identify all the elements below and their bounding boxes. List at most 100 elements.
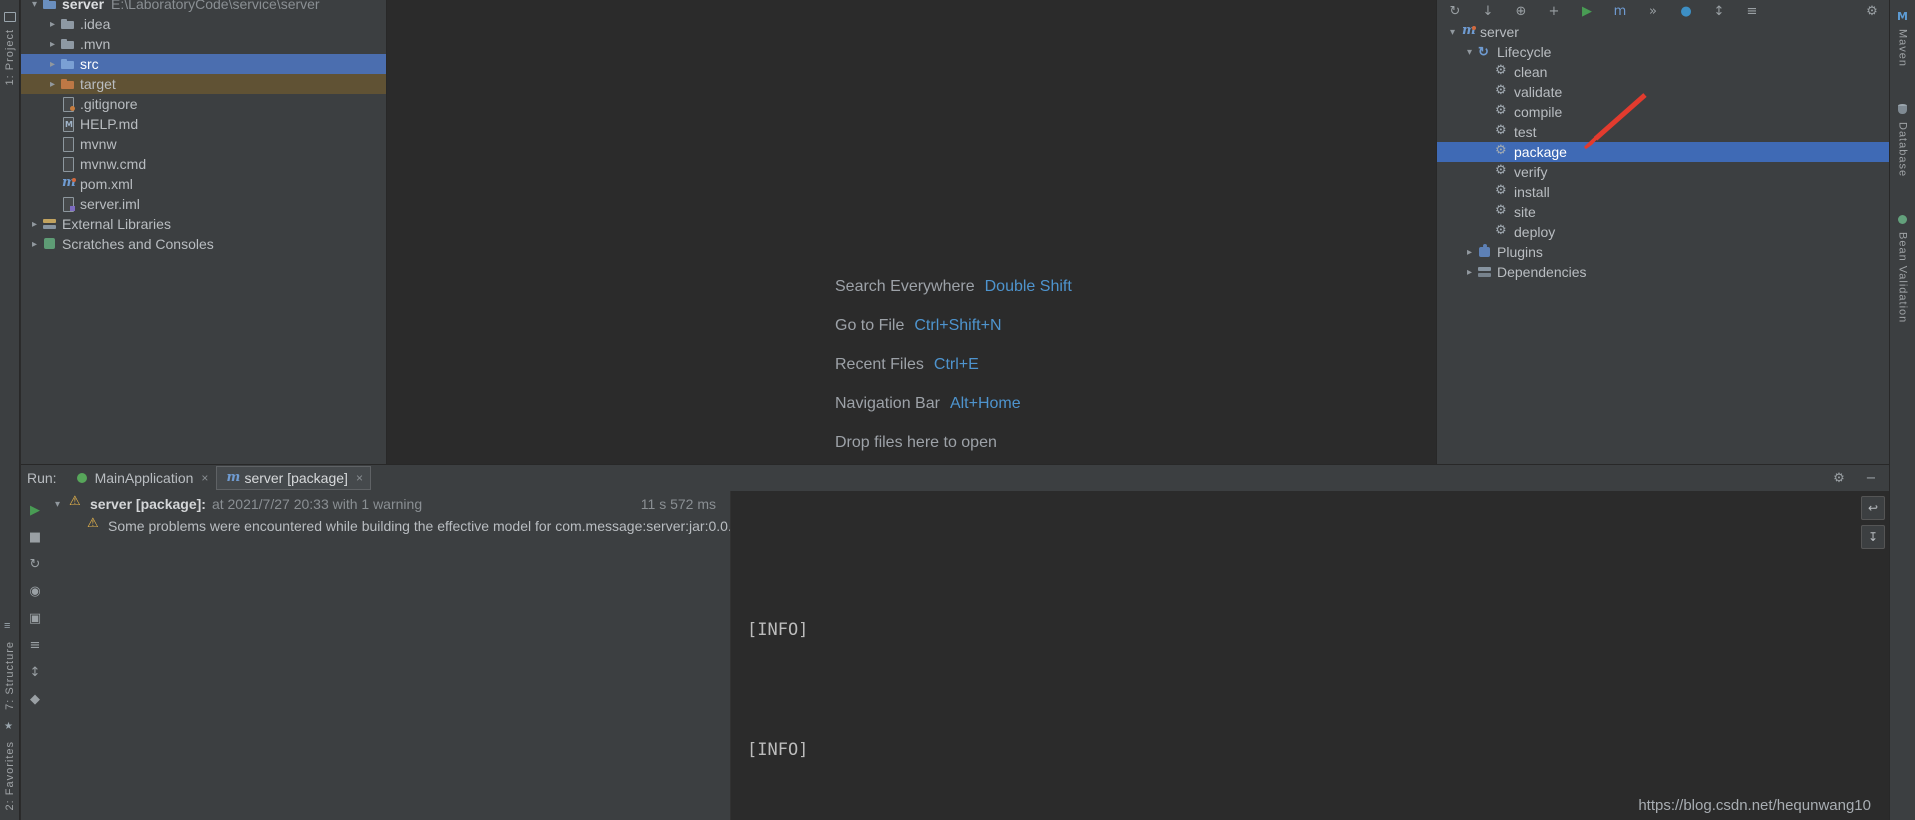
project-tree-row[interactable]: server.iml — [21, 194, 386, 214]
maven-tree-row[interactable]: test — [1437, 122, 1890, 142]
maven-toolbar: ↻ ↓ ⊕ + ▶ m » ● ↕ ≡ ⚙ — [1437, 0, 1890, 22]
build-status-area: ▾ server [package]: at 2021/7/27 20:33 w… — [49, 491, 730, 820]
maven-node-label: server — [1480, 24, 1519, 40]
maven-goal-icon — [1494, 103, 1510, 120]
download-sources-icon[interactable]: ↓ — [1478, 4, 1498, 19]
show-inspections-icon[interactable]: ◉ — [25, 584, 45, 599]
chevron-icon[interactable]: ▾ — [1462, 47, 1477, 58]
tree-item-label: mvnw.cmd — [80, 156, 147, 172]
chevron-icon[interactable]: ▾ — [27, 0, 42, 10]
chevron-icon[interactable]: ▸ — [1462, 247, 1477, 258]
maven-tree-row[interactable]: compile — [1437, 102, 1890, 122]
project-tree-row[interactable]: ▸ External Libraries — [21, 214, 386, 234]
execute-maven-goal-icon[interactable]: m — [1610, 4, 1630, 19]
add-maven-project-icon[interactable]: + — [1544, 4, 1564, 19]
maven-node-label: Plugins — [1497, 244, 1543, 260]
build-warning-row[interactable]: Some problems were encountered while bui… — [49, 515, 730, 537]
generate-sources-icon[interactable]: ⊕ — [1511, 4, 1531, 19]
project-tree-row[interactable]: ▸ .mvn — [21, 34, 386, 54]
scroll-to-end-icon[interactable]: ↧ — [1861, 525, 1885, 549]
restore-layout-icon[interactable]: ↻ — [25, 557, 45, 572]
maven-tree-row[interactable]: ▸ Dependencies — [1437, 262, 1890, 282]
toolwindow-tab-project[interactable]: 1: Project — [3, 4, 16, 91]
toolwindow-tab[interactable]: Maven — [1896, 4, 1909, 73]
project-tree-row[interactable]: .gitignore — [21, 94, 386, 114]
maven-tree-row[interactable]: clean — [1437, 62, 1890, 82]
project-tree-row[interactable]: ▸ src — [21, 54, 386, 74]
maven-tree-row[interactable]: site — [1437, 202, 1890, 222]
libraries-icon — [42, 216, 58, 232]
maven-tree-row[interactable]: package — [1437, 142, 1890, 162]
screenshot-icon[interactable]: ▣ — [25, 611, 45, 626]
project-tree-row[interactable]: pom.xml — [21, 174, 386, 194]
skip-tests-icon[interactable]: » — [1643, 4, 1663, 19]
toolwindow-tab[interactable]: Database — [1896, 97, 1909, 183]
database-tab-icon — [1896, 103, 1909, 116]
chevron-icon[interactable]: ▸ — [27, 219, 42, 230]
project-tree-row[interactable]: ▸ target — [21, 74, 386, 94]
project-tree-row[interactable]: ▸ .idea — [21, 14, 386, 34]
tree-item-label: External Libraries — [62, 216, 171, 232]
chevron-icon[interactable]: ▸ — [1462, 267, 1477, 278]
toolwindow-tab[interactable]: Bean Validation — [1896, 207, 1909, 329]
project-tree-row[interactable]: HELP.md — [21, 114, 386, 134]
project-tree-row[interactable]: ▸ Scratches and Consoles — [21, 234, 386, 254]
build-status-row[interactable]: ▾ server [package]: at 2021/7/27 20:33 w… — [49, 493, 730, 515]
maven-tree-row[interactable]: install — [1437, 182, 1890, 202]
layers-icon[interactable]: ≡ — [25, 638, 45, 653]
maven-node-label: validate — [1514, 84, 1563, 100]
iml-file-icon — [60, 196, 76, 212]
right-toolwindow-bar: Maven Database Bean Validation — [1889, 0, 1915, 820]
maven-tree-row[interactable]: verify — [1437, 162, 1890, 182]
maven-tree-row[interactable]: ▾ Lifecycle — [1437, 42, 1890, 62]
build-status-detail: at 2021/7/27 20:33 with 1 warning — [211, 496, 423, 512]
maven-tree-row[interactable]: validate — [1437, 82, 1890, 102]
project-tree-row[interactable]: mvnw.cmd — [21, 154, 386, 174]
stop-icon[interactable]: ■ — [25, 530, 45, 545]
minimize-icon[interactable]: − — [1861, 471, 1881, 486]
tree-item-label: mvnw — [80, 136, 117, 152]
toolwindow-tab[interactable]: 2: Favorites — [3, 716, 16, 816]
close-icon[interactable]: × — [201, 471, 208, 485]
rerun-icon[interactable]: ▶ — [25, 503, 45, 518]
soft-wrap-icon[interactable]: ↩ — [1861, 496, 1885, 520]
chevron-icon[interactable]: ▸ — [45, 59, 60, 70]
run-left-toolbar: ▶ ■ ↻ ◉ ▣ ≡ ↕ ◆ — [21, 491, 49, 820]
run-body: ▶ ■ ↻ ◉ ▣ ≡ ↕ ◆ ▾ server [package]: at 2… — [21, 491, 1889, 820]
collapse-chevron-icon[interactable]: ▾ — [55, 499, 69, 510]
maven-tree-row[interactable]: ▾ server — [1437, 22, 1890, 42]
show-dependencies-icon[interactable]: ≡ — [1742, 4, 1762, 19]
project-tree-row[interactable]: mvnw — [21, 134, 386, 154]
chevron-icon[interactable]: ▸ — [45, 19, 60, 30]
chevron-icon[interactable]: ▸ — [45, 79, 60, 90]
project-tree-row[interactable]: ▾ server E:\LaboratoryCode\service\serve… — [21, 0, 386, 14]
run-tab-label: MainApplication — [94, 470, 194, 486]
sort-icon[interactable]: ↕ — [1709, 4, 1729, 19]
warning-icon — [87, 516, 103, 534]
console-output[interactable]: [INFO] [INFO] [INFO] --- maven-jar-plugi… — [730, 491, 1889, 820]
toolwindow-tab[interactable]: 7: Structure — [3, 616, 16, 716]
tree-item-label: HELP.md — [80, 116, 139, 132]
shortcut-action-label: Drop files here to open — [835, 433, 997, 451]
scroll-up-down-icon[interactable]: ↕ — [25, 665, 45, 680]
pin-tab-icon[interactable]: ◆ — [25, 692, 45, 707]
maven-tree-row[interactable]: ▸ Plugins — [1437, 242, 1890, 262]
close-icon[interactable]: × — [356, 471, 363, 485]
chevron-icon[interactable]: ▸ — [45, 39, 60, 50]
chevron-icon[interactable]: ▸ — [27, 239, 42, 250]
run-maven-build-icon[interactable]: ▶ — [1577, 4, 1597, 19]
wrench-icon[interactable]: ⚙ — [1862, 4, 1882, 19]
reimport-maven-icon[interactable]: ↻ — [1445, 4, 1465, 19]
settings-gear-icon[interactable]: ⚙ — [1829, 471, 1849, 486]
folder-icon — [60, 16, 76, 32]
shortcut-action-label: Go to File — [835, 316, 905, 334]
shortcut-keys: Ctrl+E — [933, 355, 979, 373]
run-tab[interactable]: MainApplication × — [67, 466, 217, 490]
excluded-folder-icon — [60, 76, 76, 92]
maven-tree-row[interactable]: deploy — [1437, 222, 1890, 242]
editor-shortcut-line: Go to File Ctrl+Shift+N — [835, 306, 1072, 345]
maven-settings-icon[interactable]: ● — [1676, 4, 1696, 19]
project-tab-icon — [3, 10, 16, 23]
chevron-icon[interactable]: ▾ — [1445, 27, 1460, 38]
run-tab[interactable]: server [package] × — [216, 466, 371, 490]
